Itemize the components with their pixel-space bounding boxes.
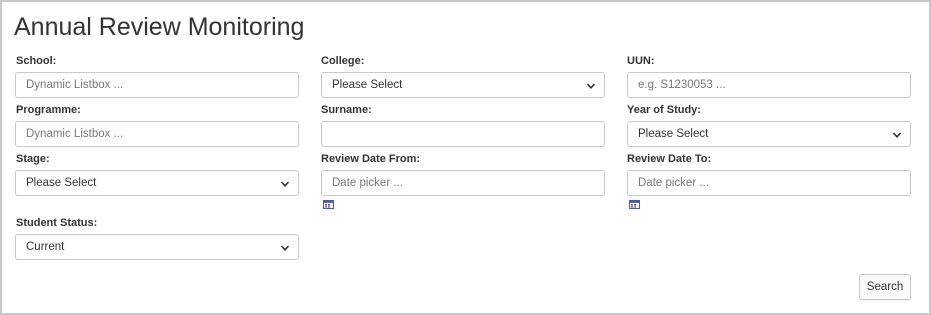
stage-select[interactable]: Please Select	[15, 170, 299, 196]
chevron-down-icon	[280, 181, 290, 187]
year-of-study-select[interactable]: Please Select	[627, 121, 911, 147]
stage-select-value: Please Select	[26, 177, 97, 189]
page-title: Annual Review Monitoring	[14, 13, 305, 41]
surname-input[interactable]	[321, 121, 605, 147]
stage-label: Stage:	[16, 153, 50, 165]
student-status-select-value: Current	[26, 241, 65, 253]
review-date-from-placeholder: Date picker ...	[332, 177, 403, 189]
student-status-label: Student Status:	[16, 217, 98, 229]
college-label: College:	[321, 55, 365, 67]
review-date-from-input[interactable]: Date picker ...	[321, 170, 605, 196]
page-frame	[0, 0, 931, 315]
programme-input[interactable]: Dynamic Listbox ...	[15, 121, 299, 147]
calendar-icon[interactable]	[629, 200, 640, 209]
chevron-down-icon	[586, 83, 596, 89]
college-select[interactable]: Please Select	[321, 72, 605, 98]
college-select-value: Please Select	[332, 79, 403, 91]
surname-label: Surname:	[321, 104, 372, 116]
year-of-study-select-value: Please Select	[638, 128, 709, 140]
uun-input[interactable]: e.g. S1230053 ...	[627, 72, 911, 98]
uun-label: UUN:	[627, 55, 655, 67]
chevron-down-icon	[892, 132, 902, 138]
uun-input-placeholder: e.g. S1230053 ...	[638, 79, 726, 91]
search-button[interactable]: Search	[859, 274, 911, 300]
year-of-study-label: Year of Study:	[627, 104, 701, 116]
calendar-icon[interactable]	[323, 200, 334, 209]
chevron-down-icon	[280, 245, 290, 251]
review-date-to-placeholder: Date picker ...	[638, 177, 709, 189]
review-date-to-input[interactable]: Date picker ...	[627, 170, 911, 196]
programme-label: Programme:	[16, 104, 81, 116]
student-status-select[interactable]: Current	[15, 234, 299, 260]
review-date-from-label: Review Date From:	[321, 153, 421, 165]
school-input[interactable]: Dynamic Listbox ...	[15, 72, 299, 98]
school-input-placeholder: Dynamic Listbox ...	[26, 79, 124, 91]
school-label: School:	[16, 55, 57, 67]
review-date-to-label: Review Date To:	[627, 153, 712, 165]
programme-input-placeholder: Dynamic Listbox ...	[26, 128, 124, 140]
